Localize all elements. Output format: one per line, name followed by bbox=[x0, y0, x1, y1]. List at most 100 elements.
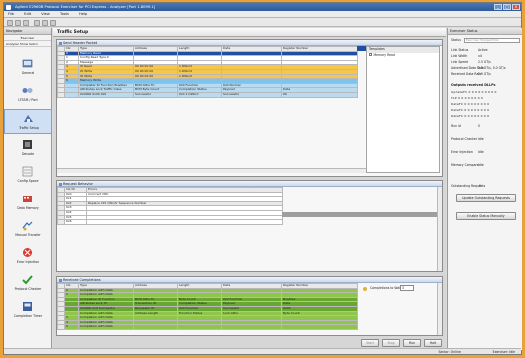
traffic-setup-view: Traffic Setup Send Header Packet Idx Typ… bbox=[53, 28, 446, 350]
ltssm-icon bbox=[22, 88, 33, 93]
horizontal-scrollbar[interactable] bbox=[57, 168, 366, 173]
menu-tools[interactable]: Tools bbox=[60, 12, 69, 16]
navigator-header: Navigator bbox=[4, 28, 51, 35]
nav-item-label: Traffic Setup bbox=[19, 126, 39, 130]
table-row[interactable]: 5 Completion with Data bbox=[57, 324, 358, 330]
window-title: Agilent E2960B Protocol Exerciser for PC… bbox=[15, 5, 156, 9]
table-cell: Successful bbox=[133, 91, 178, 98]
table-cell: 5 bbox=[64, 324, 79, 330]
templates-tree: Templates Memory ReadMemory WriteMemory … bbox=[366, 46, 440, 173]
enable-status-button[interactable]: Enable Status Manually bbox=[456, 212, 516, 220]
nav-item-completion-timer[interactable]: Completion Timer bbox=[4, 298, 52, 323]
new-icon[interactable] bbox=[7, 19, 13, 26]
status-kv-row: Error Injection Idle bbox=[451, 150, 484, 154]
save-icon[interactable] bbox=[23, 19, 29, 26]
nav-item-label: Error Injection bbox=[16, 260, 40, 264]
close-icon[interactable]: × bbox=[512, 4, 520, 10]
menu-help[interactable]: Help bbox=[79, 12, 87, 16]
nav-item-label: Manual Transfer bbox=[15, 233, 41, 237]
status-kv-row: Link Status Active bbox=[451, 48, 488, 52]
status-kv-row: Link Width x4 bbox=[451, 54, 482, 58]
open-icon[interactable] bbox=[15, 19, 21, 26]
request-behavior-table: Idx Nr Errors 0x0 Incorrect CRC 0x1 0x2 Repl… bbox=[57, 187, 283, 225]
start-button[interactable]: Start bbox=[361, 339, 379, 347]
status-key: Link Speed bbox=[451, 60, 469, 64]
outstanding-label: Outstanding Requests bbox=[451, 184, 486, 188]
nav-item-data-memory[interactable]: Data Memory bbox=[4, 190, 52, 215]
table-cell bbox=[86, 219, 283, 225]
status-bar: Sector: Online Exerciser: Idle bbox=[4, 348, 521, 354]
table-cell: 0x0000 0x00 0x0 bbox=[78, 91, 134, 98]
status-value: 2.5 GT/s bbox=[478, 60, 491, 64]
status-kv-row: Protocol CheckerIdle bbox=[451, 137, 484, 141]
nav-item-label: Decode bbox=[21, 152, 35, 156]
selection-extension bbox=[357, 46, 366, 51]
minimize-icon[interactable]: _ bbox=[494, 4, 502, 10]
nav-item-decode[interactable]: Decode bbox=[4, 136, 52, 161]
run-icon[interactable] bbox=[42, 19, 48, 26]
completions-to-wait-label: Completions to Wait bbox=[370, 286, 402, 290]
status-key: Advertised Data Rate bbox=[451, 66, 485, 70]
navigator-panel: Navigator Exerciser Analyzer Show Seton … bbox=[4, 28, 52, 350]
toolbar bbox=[4, 18, 521, 27]
nav-item-traffic-setup[interactable]: Traffic Setup bbox=[4, 109, 52, 134]
status-key: Run Id bbox=[451, 124, 461, 128]
menu-edit[interactable]: Edit bbox=[24, 12, 31, 16]
table-row[interactable]: 0x0000 0x00 0x0 Successful 0x0 1 DWord Succ… bbox=[57, 91, 358, 98]
navigator-tabs[interactable]: Analyzer Show Seton bbox=[4, 41, 51, 47]
outstanding-value: 0 bbox=[478, 184, 481, 188]
table-cell: 0x6 bbox=[64, 219, 87, 225]
dllp-row: DataFC 0 0 0 0 0 0 0 0 bbox=[451, 114, 490, 118]
stop-icon[interactable] bbox=[50, 19, 56, 26]
status-exerciser: Exerciser: Idle bbox=[492, 350, 515, 354]
menu-view[interactable]: View bbox=[41, 12, 50, 16]
table-cell: 0x0 1 DWord bbox=[177, 91, 222, 98]
status-value: x4 bbox=[478, 54, 482, 58]
status-kv-row: Received Data Rate2.5 GT/s bbox=[451, 72, 491, 76]
status-value-field: Exerciser Stopped/Idle bbox=[463, 38, 520, 43]
table-cell bbox=[64, 91, 79, 98]
received-completions-table: Idx Type Address Length Data Register Nu… bbox=[57, 283, 358, 330]
status-kv-row: Link Speed 2.5 GT/s bbox=[451, 60, 491, 64]
nav-item-manual-transfer[interactable]: Manual Transfer bbox=[4, 217, 52, 242]
vertical-scrollbar[interactable] bbox=[437, 283, 442, 335]
app-window: Agilent E2960B Protocol Exerciser for PC… bbox=[3, 2, 522, 355]
nav-item-config-space[interactable]: Config Space bbox=[4, 163, 52, 188]
stop-button[interactable]: Stop bbox=[382, 339, 400, 347]
run-button[interactable]: Run bbox=[403, 339, 421, 347]
traffic-setup-icon bbox=[24, 115, 33, 122]
status-value: Idle bbox=[478, 137, 484, 141]
completion-timer-icon bbox=[23, 302, 32, 311]
table-cell bbox=[281, 324, 358, 330]
nav-item-general[interactable]: General bbox=[4, 55, 52, 80]
menu-file[interactable]: File bbox=[8, 12, 14, 16]
maximize-icon[interactable]: □ bbox=[503, 4, 511, 10]
nav-item-label: Data Memory bbox=[17, 206, 39, 210]
table-row[interactable]: 0x6 bbox=[57, 219, 283, 225]
nav-item-label: General bbox=[21, 71, 35, 75]
table-cell bbox=[133, 324, 178, 330]
received-completions-panel: Received Completions Idx Type Address Le… bbox=[56, 276, 443, 336]
connect-icon[interactable] bbox=[34, 19, 40, 26]
table-cell: Completion with Data bbox=[78, 324, 134, 330]
menu-bar: File Edit View Tools Help bbox=[4, 11, 521, 18]
status-key: Link Status bbox=[451, 48, 469, 52]
dllp-row: TLP 0 0 0 0 0 0 0 0 bbox=[451, 96, 484, 100]
checkmark-icon bbox=[22, 275, 33, 285]
status-key: Error Injection bbox=[451, 150, 473, 154]
nav-item-ltssm[interactable]: LTSSM / Port bbox=[4, 82, 52, 107]
status-value: Active bbox=[478, 48, 488, 52]
completions-to-wait-input[interactable]: 3 bbox=[400, 285, 414, 291]
status-kv-row: Run Id 0 bbox=[451, 124, 480, 128]
nav-item-error-injection[interactable]: Error Injection bbox=[4, 244, 52, 269]
halt-button[interactable]: Halt bbox=[424, 339, 442, 347]
nav-item-protocol-checker[interactable]: Protocol Checker bbox=[4, 271, 52, 296]
status-value: 0 bbox=[478, 124, 480, 128]
status-key: Memory Compare bbox=[451, 163, 479, 167]
error-injection-icon bbox=[23, 248, 32, 257]
table-cell bbox=[221, 324, 282, 330]
update-outstanding-button[interactable]: Update Outstanding Requests bbox=[456, 194, 516, 202]
vertical-scrollbar[interactable] bbox=[437, 187, 442, 271]
status-label: Status bbox=[451, 38, 461, 42]
nav-item-label: Config Space bbox=[17, 179, 39, 183]
